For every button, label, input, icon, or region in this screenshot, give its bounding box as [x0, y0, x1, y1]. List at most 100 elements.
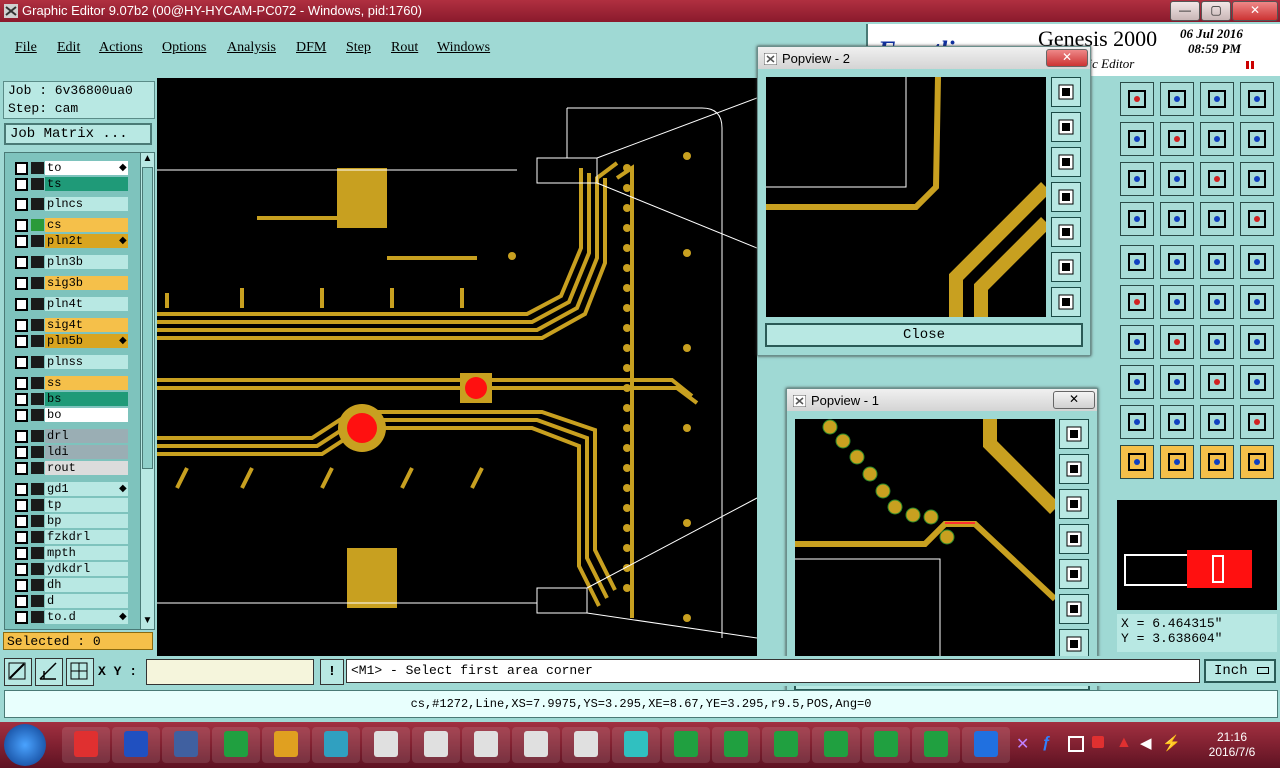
- popview-2-titlebar[interactable]: Popview - 2 ✕: [758, 47, 1090, 69]
- layer-checkbox[interactable]: [15, 409, 28, 422]
- layer-name[interactable]: bp: [45, 514, 128, 528]
- layer-color-swatch[interactable]: [31, 356, 44, 368]
- layer-checkbox[interactable]: [15, 319, 28, 332]
- line-draw-icon[interactable]: [1160, 245, 1194, 279]
- layer-row-fzkdrl[interactable]: fzkdrl: [13, 530, 129, 544]
- minimize-button[interactable]: —: [1170, 1, 1200, 21]
- layer-row-plncs[interactable]: plncs: [13, 197, 129, 211]
- layer-name[interactable]: to.d: [45, 610, 128, 624]
- popview-taskbar-icon[interactable]: [412, 727, 460, 763]
- layer-color-swatch[interactable]: [31, 499, 44, 511]
- popview-1-pan-right-icon[interactable]: [1059, 559, 1089, 589]
- layer-row-pln5b[interactable]: pln5b ◆: [13, 334, 129, 348]
- layer-row-sig3b[interactable]: sig3b: [13, 276, 129, 290]
- layer-color-swatch[interactable]: [31, 319, 44, 331]
- popview-2-window[interactable]: Popview - 2 ✕ Close: [757, 46, 1091, 356]
- menu-options[interactable]: Options: [162, 40, 206, 56]
- close-window-button[interactable]: ✕: [1232, 1, 1278, 21]
- layer-name[interactable]: ts: [45, 177, 128, 191]
- layer-checkbox[interactable]: [15, 579, 28, 592]
- taskbar-clock[interactable]: 21:16 2016/7/6: [1190, 730, 1274, 762]
- layer-color-swatch[interactable]: [31, 393, 44, 405]
- layer-color-swatch[interactable]: [31, 162, 44, 174]
- popview-1-pan-left-icon[interactable]: [1059, 524, 1089, 554]
- layer-checkbox[interactable]: [15, 277, 28, 290]
- layer-row-cs[interactable]: cs: [13, 218, 129, 232]
- layer-checkbox[interactable]: [15, 462, 28, 475]
- units-selector[interactable]: Inch: [1204, 659, 1276, 683]
- layer-color-swatch[interactable]: [31, 298, 44, 310]
- select-feature-icon[interactable]: [1200, 445, 1234, 479]
- notepad-taskbar-icon[interactable]: [162, 727, 210, 763]
- layer-color-swatch[interactable]: [31, 446, 44, 458]
- layer-name[interactable]: drl: [45, 429, 128, 443]
- layer-row-ss[interactable]: ss: [13, 376, 129, 390]
- pan-right-icon[interactable]: [1160, 122, 1194, 156]
- layer-name[interactable]: plncs: [45, 197, 128, 211]
- layer-name[interactable]: cs: [45, 218, 128, 232]
- layer-name[interactable]: d: [45, 594, 128, 608]
- mirror-icon[interactable]: [1240, 122, 1274, 156]
- tray-alert-icon[interactable]: ▲: [1116, 734, 1132, 752]
- popview-taskbar-icon[interactable]: [362, 727, 410, 763]
- layer-color-swatch[interactable]: [31, 409, 44, 421]
- redraw-icon[interactable]: [1200, 122, 1234, 156]
- popview-1-canvas[interactable]: [795, 419, 1055, 661]
- layer-row-pln3b[interactable]: pln3b: [13, 255, 129, 269]
- grid-toggle-icon[interactable]: [1160, 202, 1194, 236]
- layer-checkbox[interactable]: [15, 393, 28, 406]
- layer-name[interactable]: to: [45, 161, 128, 175]
- layer-checkbox[interactable]: [15, 198, 28, 211]
- menu-actions[interactable]: Actions: [99, 40, 143, 56]
- add-node-icon[interactable]: [1240, 285, 1274, 319]
- layer-checkbox[interactable]: [15, 377, 28, 390]
- net-compare-icon[interactable]: [1240, 202, 1274, 236]
- layer-list-scrollbar[interactable]: ▲ ▼: [140, 152, 155, 630]
- layer-checkbox[interactable]: [15, 335, 28, 348]
- popview-2-close-button[interactable]: Close: [765, 323, 1083, 347]
- polygon-icon[interactable]: [1200, 405, 1234, 439]
- menu-edit[interactable]: Edit: [57, 40, 80, 56]
- move-node-icon[interactable]: [1200, 285, 1234, 319]
- zoom-out-icon[interactable]: [1160, 82, 1194, 116]
- layer-row-bo[interactable]: bo: [13, 408, 129, 422]
- layer-checkbox[interactable]: [15, 178, 28, 191]
- layer-name[interactable]: tp: [45, 498, 128, 512]
- select-net-icon[interactable]: [1160, 445, 1194, 479]
- line-move-icon[interactable]: [1160, 365, 1194, 399]
- layer-name[interactable]: pln4t: [45, 297, 128, 311]
- pad-edit-icon[interactable]: [1120, 365, 1154, 399]
- pan-left-icon[interactable]: [1120, 122, 1154, 156]
- save-taskbar-icon[interactable]: [112, 727, 160, 763]
- layer-name[interactable]: pln5b: [45, 334, 128, 348]
- popview-2-zoom-out-icon[interactable]: [1051, 287, 1081, 317]
- scroll-down-arrow-icon[interactable]: ▼: [142, 615, 153, 627]
- excel-taskbar-icon[interactable]: [712, 727, 760, 763]
- excel-taskbar-icon[interactable]: [812, 727, 860, 763]
- stretch-icon[interactable]: [1200, 365, 1234, 399]
- layer-row-to[interactable]: to ◆: [13, 161, 129, 175]
- layer-name[interactable]: mpth: [45, 546, 128, 560]
- layer-checkbox[interactable]: [15, 219, 28, 232]
- popview-1-pan-up-icon[interactable]: [1059, 454, 1089, 484]
- connect-icon[interactable]: [1120, 285, 1154, 319]
- layer-name[interactable]: bs: [45, 392, 128, 406]
- popview-taskbar-icon[interactable]: [462, 727, 510, 763]
- excel-taskbar-icon[interactable]: [862, 727, 910, 763]
- layer-color-swatch[interactable]: [31, 235, 44, 247]
- grid-icon[interactable]: [66, 658, 94, 686]
- layer-row-pln2t[interactable]: pln2t ◆: [13, 234, 129, 248]
- viewer-taskbar-icon[interactable]: [312, 727, 360, 763]
- scroll-up-arrow-icon[interactable]: ▲: [142, 153, 153, 165]
- layer-color-swatch[interactable]: [31, 198, 44, 210]
- layer-name[interactable]: ldi: [45, 445, 128, 459]
- popview-2-pan-down-icon[interactable]: [1051, 147, 1081, 177]
- popview-2-pan-right-icon[interactable]: [1051, 217, 1081, 247]
- layer-row-tp[interactable]: tp: [13, 498, 129, 512]
- menu-windows[interactable]: Windows: [437, 40, 490, 56]
- popview-2-pan-left-icon[interactable]: [1051, 182, 1081, 212]
- layer-checkbox[interactable]: [15, 499, 28, 512]
- layer-checkbox[interactable]: [15, 162, 28, 175]
- layer-color-swatch[interactable]: [31, 595, 44, 607]
- layer-checkbox[interactable]: [15, 356, 28, 369]
